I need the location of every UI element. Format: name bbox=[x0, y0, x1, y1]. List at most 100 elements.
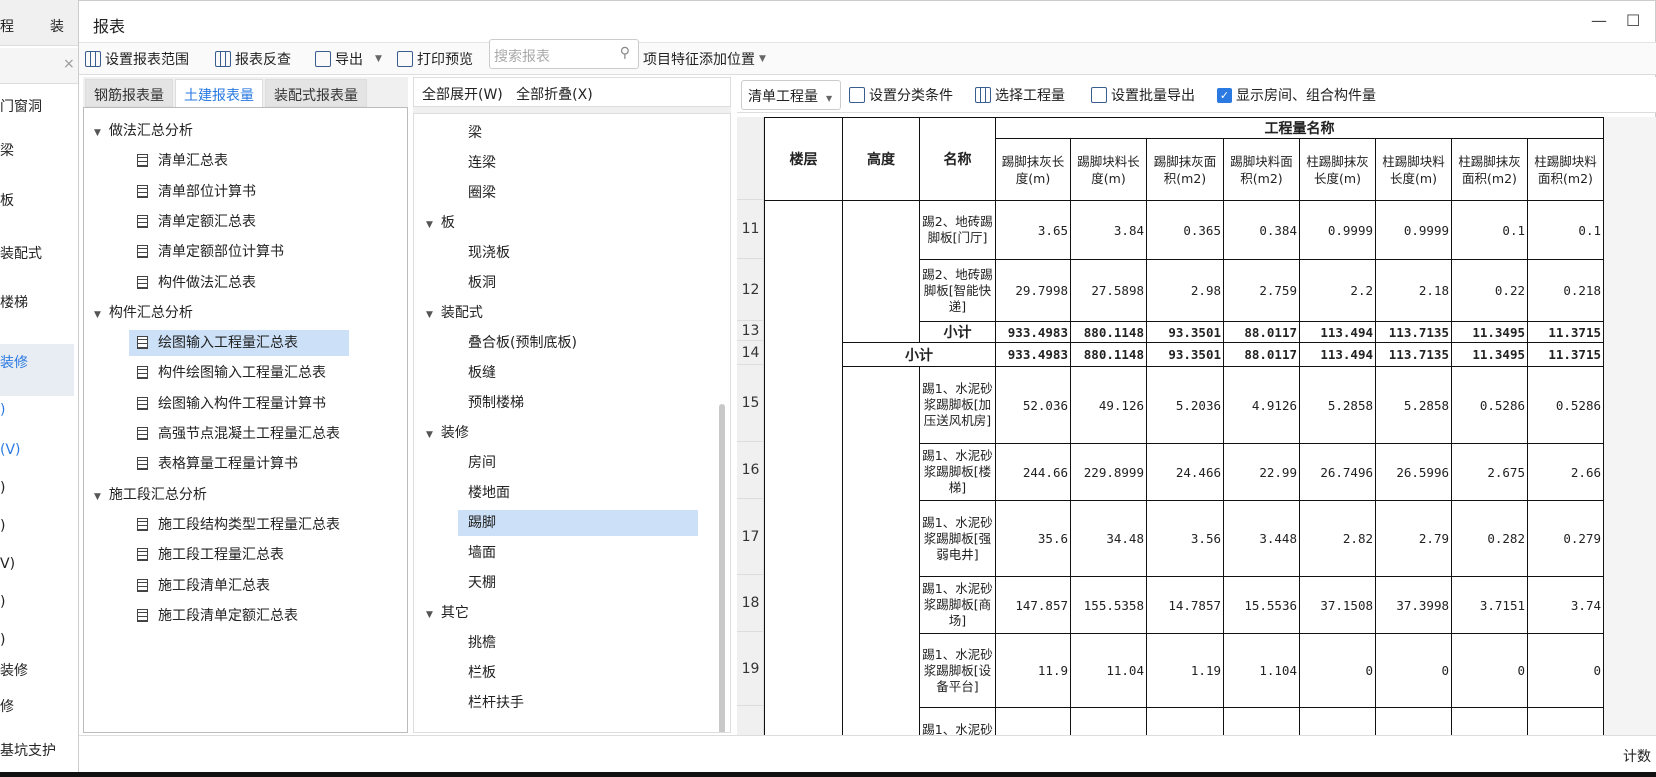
background-panel-item[interactable]: 基坑支护 bbox=[0, 740, 56, 760]
report-tree-item[interactable]: 绘图输入构件工程量计算书 bbox=[129, 391, 349, 417]
caret-down-icon[interactable]: ▼ bbox=[426, 220, 433, 230]
report-tree-item[interactable]: 清单定额部位计算书 bbox=[129, 239, 349, 265]
caret-down-icon[interactable]: ▼ bbox=[94, 310, 101, 320]
show-rooms-checkbox[interactable]: ✓ 显示房间、组合构件量 bbox=[1217, 85, 1376, 105]
report-tree-group[interactable]: ▼ 施工段汇总分析 bbox=[94, 482, 207, 508]
row-number[interactable] bbox=[737, 706, 764, 737]
report-tree-item[interactable]: 施工段结构类型工程量汇总表 bbox=[129, 512, 349, 538]
background-panel-item[interactable]: (V) bbox=[0, 442, 21, 458]
background-panel-item[interactable]: ) bbox=[0, 518, 5, 534]
close-icon[interactable]: × bbox=[63, 56, 75, 72]
report-tree-item[interactable]: 表格算量工程量计算书 bbox=[129, 451, 349, 477]
tab-rebar-report[interactable]: 钢筋报表量 bbox=[85, 79, 173, 107]
background-panel-item[interactable]: 装修 bbox=[0, 660, 28, 680]
report-tree-item[interactable]: 施工段工程量汇总表 bbox=[129, 542, 349, 568]
component-tree-item[interactable]: 叠合板(预制底板) bbox=[458, 330, 698, 356]
component-tree-item[interactable]: 梁 bbox=[458, 120, 698, 146]
tab-prefab-report[interactable]: 装配式报表量 bbox=[265, 79, 367, 107]
row-number[interactable]: 16 bbox=[737, 442, 764, 499]
report-tree-item[interactable]: 高强节点混凝土工程量汇总表 bbox=[129, 421, 349, 447]
component-tree-item[interactable]: 预制楼梯 bbox=[458, 390, 698, 416]
component-tree-group[interactable]: ▼ 装修 bbox=[426, 420, 469, 446]
table-row[interactable]: 踢1、水泥砂浆踢脚 bbox=[764, 707, 1604, 737]
report-tree-item[interactable]: 施工段清单汇总表 bbox=[129, 573, 349, 599]
component-tree-item[interactable]: 现浇板 bbox=[458, 240, 698, 266]
report-tree-item[interactable]: 施工段清单定额汇总表 bbox=[129, 603, 349, 629]
background-panel-item[interactable]: 装配式 bbox=[0, 243, 42, 263]
background-panel-item[interactable]: 装修 bbox=[0, 352, 28, 372]
report-tree-group[interactable]: ▼ 做法汇总分析 bbox=[94, 118, 193, 144]
search-input[interactable]: 搜索报表 ⚲ bbox=[489, 39, 639, 69]
report-tree-item[interactable]: 绘图输入工程量汇总表 bbox=[129, 330, 349, 357]
background-panel-item[interactable]: 门窗洞 bbox=[0, 96, 42, 116]
caret-down-icon[interactable]: ▼ bbox=[94, 492, 101, 502]
table-row[interactable]: 踢1、水泥砂浆踢脚板[楼梯] 244.66 229.8999 24.466 22.99 2… bbox=[764, 443, 1604, 501]
component-tree-group[interactable]: ▼ 装配式 bbox=[426, 300, 483, 326]
table-row[interactable]: 踢1、水泥砂浆踢脚板[设备平台] 11.9 11.04 1.19 1.104 0 0 0 0 bbox=[764, 633, 1604, 708]
set-report-range-button[interactable]: 设置报表范围 bbox=[85, 49, 189, 69]
component-tree-item[interactable]: 连梁 bbox=[458, 150, 698, 176]
select-quantity-button[interactable]: 选择工程量 bbox=[975, 85, 1065, 105]
maximize-button[interactable]: ☐ bbox=[1626, 11, 1640, 30]
background-panel-item[interactable]: 梁 bbox=[0, 140, 14, 160]
print-preview-button[interactable]: 打印预览 bbox=[397, 49, 473, 69]
background-panel-item[interactable]: 楼梯 bbox=[0, 292, 28, 312]
minimize-button[interactable]: — bbox=[1591, 11, 1607, 30]
caret-down-icon[interactable]: ▼ bbox=[94, 128, 101, 138]
scrollbar[interactable] bbox=[719, 404, 725, 732]
caret-down-icon[interactable]: ▼ bbox=[426, 310, 433, 320]
row-number[interactable]: 13 bbox=[737, 321, 764, 341]
background-panel-item[interactable]: ) bbox=[0, 594, 5, 610]
component-tree-item[interactable]: 天棚 bbox=[458, 570, 698, 596]
background-panel-item[interactable]: 修 bbox=[0, 696, 14, 716]
caret-down-icon[interactable]: ▼ bbox=[426, 430, 433, 440]
component-tree-item[interactable]: 板缝 bbox=[458, 360, 698, 386]
background-panel-item[interactable]: ) bbox=[0, 632, 5, 648]
report-tree-item[interactable]: 清单部位计算书 bbox=[129, 179, 349, 205]
table-row[interactable]: 踢1、水泥砂浆踢脚板[商场] 147.857 155.5358 14.7857 15.5… bbox=[764, 576, 1604, 634]
component-tree-item[interactable]: 踢脚 bbox=[458, 510, 698, 536]
component-tree-group[interactable]: ▼ 板 bbox=[426, 210, 455, 236]
report-tree-item[interactable]: 构件绘图输入工程量汇总表 bbox=[129, 360, 349, 386]
row-number[interactable]: 11 bbox=[737, 200, 764, 259]
collapse-all-button[interactable]: 全部折叠(X) bbox=[516, 87, 593, 103]
component-tree-item[interactable]: 挑檐 bbox=[458, 630, 698, 656]
feature-position-dropdown[interactable]: 项目特征添加位置 ▼ bbox=[643, 49, 766, 69]
report-reverse-check-button[interactable]: 报表反查 bbox=[215, 49, 291, 69]
row-number[interactable]: 15 bbox=[737, 365, 764, 442]
caret-down-icon[interactable]: ▼ bbox=[426, 610, 433, 620]
set-category-button[interactable]: 设置分类条件 bbox=[849, 85, 953, 105]
table-row[interactable]: 踢2、地砖踢脚板[门厅] 3.65 3.84 0.365 0.384 0.9999 0.99… bbox=[764, 200, 1604, 260]
report-tree-item[interactable]: 构件做法汇总表 bbox=[129, 270, 349, 296]
background-panel-item[interactable]: ) bbox=[0, 402, 5, 418]
component-tree-item[interactable]: 板洞 bbox=[458, 270, 698, 296]
component-tree-item[interactable]: 圈梁 bbox=[458, 180, 698, 206]
expand-all-button[interactable]: 全部展开(W) bbox=[422, 87, 503, 103]
component-tree-item[interactable]: 房间 bbox=[458, 450, 698, 476]
background-panel-item[interactable]: 板 bbox=[0, 190, 14, 210]
subtotal-row[interactable]: 小计 933.4983 880.1148 93.3501 88.0117 113.494 1… bbox=[764, 321, 1604, 343]
report-tree-group[interactable]: ▼ 构件汇总分析 bbox=[94, 300, 193, 326]
quantity-type-select[interactable]: 清单工程量 ▼ bbox=[741, 80, 841, 110]
component-tree-item[interactable]: 墙面 bbox=[458, 540, 698, 566]
row-number[interactable]: 14 bbox=[737, 341, 764, 365]
batch-export-button[interactable]: 设置批量导出 bbox=[1091, 85, 1195, 105]
row-number[interactable]: 12 bbox=[737, 259, 764, 321]
background-panel-item[interactable]: ) bbox=[0, 480, 5, 496]
row-number[interactable]: 19 bbox=[737, 632, 764, 706]
component-tree-group[interactable]: ▼ 其它 bbox=[426, 600, 469, 626]
table-row[interactable]: 踢2、地砖踢脚板[智能快递] 29.7998 27.5898 2.98 2.759 2.2… bbox=[764, 259, 1604, 322]
report-tree-item[interactable]: 清单汇总表 bbox=[129, 148, 349, 174]
table-row[interactable]: 踢1、水泥砂浆踢脚板[强弱电井] 35.6 34.48 3.56 3.448 2.82 2.… bbox=[764, 500, 1604, 577]
export-button[interactable]: 导出 ▼ bbox=[315, 49, 382, 69]
row-number[interactable]: 18 bbox=[737, 575, 764, 632]
tab-civil-report[interactable]: 土建报表量 bbox=[175, 79, 263, 109]
row-number[interactable]: 17 bbox=[737, 499, 764, 575]
component-tree-item[interactable]: 栏杆扶手 bbox=[458, 690, 698, 716]
background-panel-item[interactable]: V) bbox=[0, 556, 15, 572]
component-tree-item[interactable]: 栏板 bbox=[458, 660, 698, 686]
subtotal-row[interactable]: 小计 933.4983 880.1148 93.3501 88.0117 113.494 1… bbox=[764, 342, 1604, 367]
component-tree-item[interactable]: 楼地面 bbox=[458, 480, 698, 506]
table-row[interactable]: 踢1、水泥砂浆踢脚板[加压送风机房] 52.036 49.126 5.2036 4.91… bbox=[764, 366, 1604, 444]
report-tree-item[interactable]: 清单定额汇总表 bbox=[129, 209, 349, 235]
